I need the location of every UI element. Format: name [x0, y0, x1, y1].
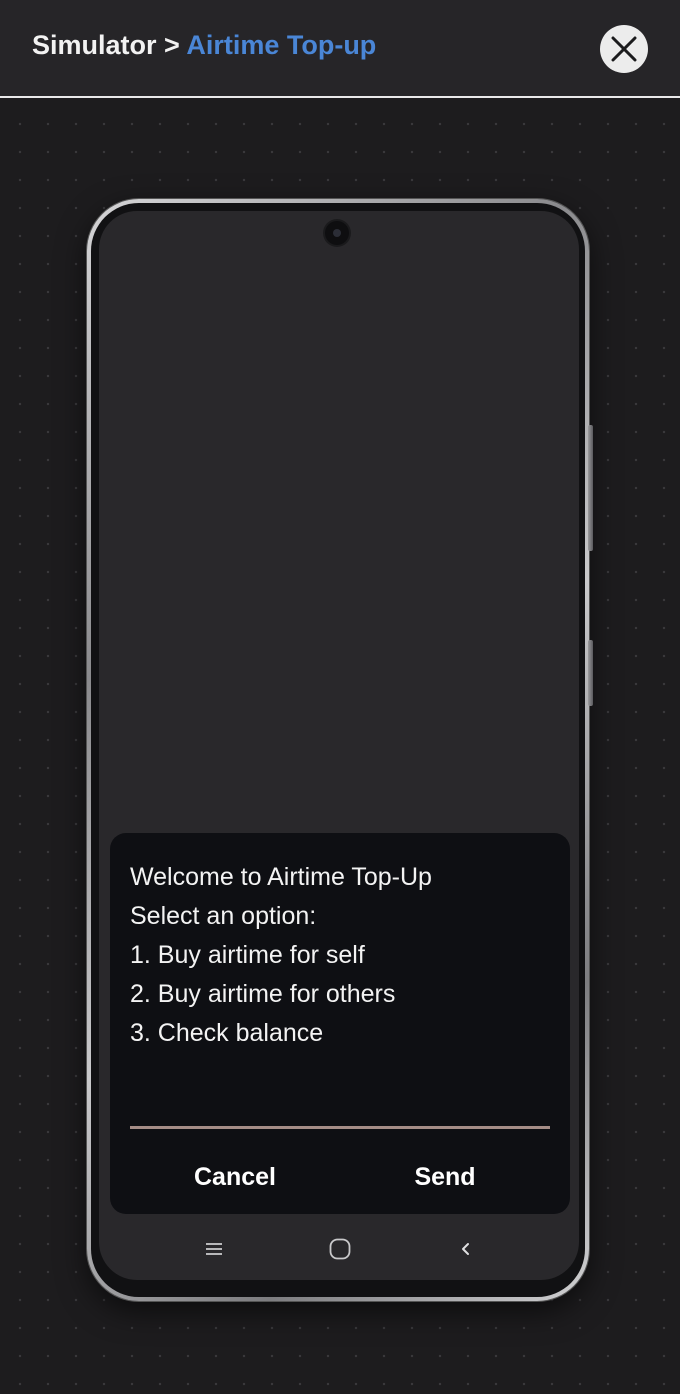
home-icon[interactable]	[327, 1236, 353, 1262]
close-button[interactable]	[600, 25, 648, 73]
phone-volume-button	[588, 425, 593, 551]
header-bar: Simulator > Airtime Top-up	[0, 0, 680, 98]
breadcrumb-separator: >	[164, 30, 180, 60]
phone-power-button	[588, 640, 593, 706]
dialog-message-line: Select an option:	[130, 902, 317, 930]
close-icon	[611, 36, 637, 62]
dialog-message-line: 2. Buy airtime for others	[130, 980, 396, 1008]
breadcrumb-root[interactable]: Simulator	[32, 30, 157, 60]
dialog-message-line: 3. Check balance	[130, 1019, 324, 1047]
cancel-button[interactable]: Cancel	[155, 1163, 315, 1192]
breadcrumb: Simulator > Airtime Top-up	[32, 30, 376, 61]
menu-icon[interactable]	[201, 1236, 227, 1262]
input-underline	[130, 1126, 550, 1129]
front-camera-icon	[325, 221, 349, 245]
back-icon[interactable]	[453, 1236, 479, 1262]
ussd-response-input[interactable]	[130, 1083, 550, 1123]
ussd-dialog: Welcome to Airtime Top-Up Select an opti…	[110, 833, 570, 1214]
breadcrumb-current: Airtime Top-up	[186, 30, 377, 60]
dialog-message-line: 1. Buy airtime for self	[130, 941, 365, 969]
dialog-message-line: Welcome to Airtime Top-Up	[130, 863, 432, 891]
send-button[interactable]: Send	[365, 1163, 525, 1192]
